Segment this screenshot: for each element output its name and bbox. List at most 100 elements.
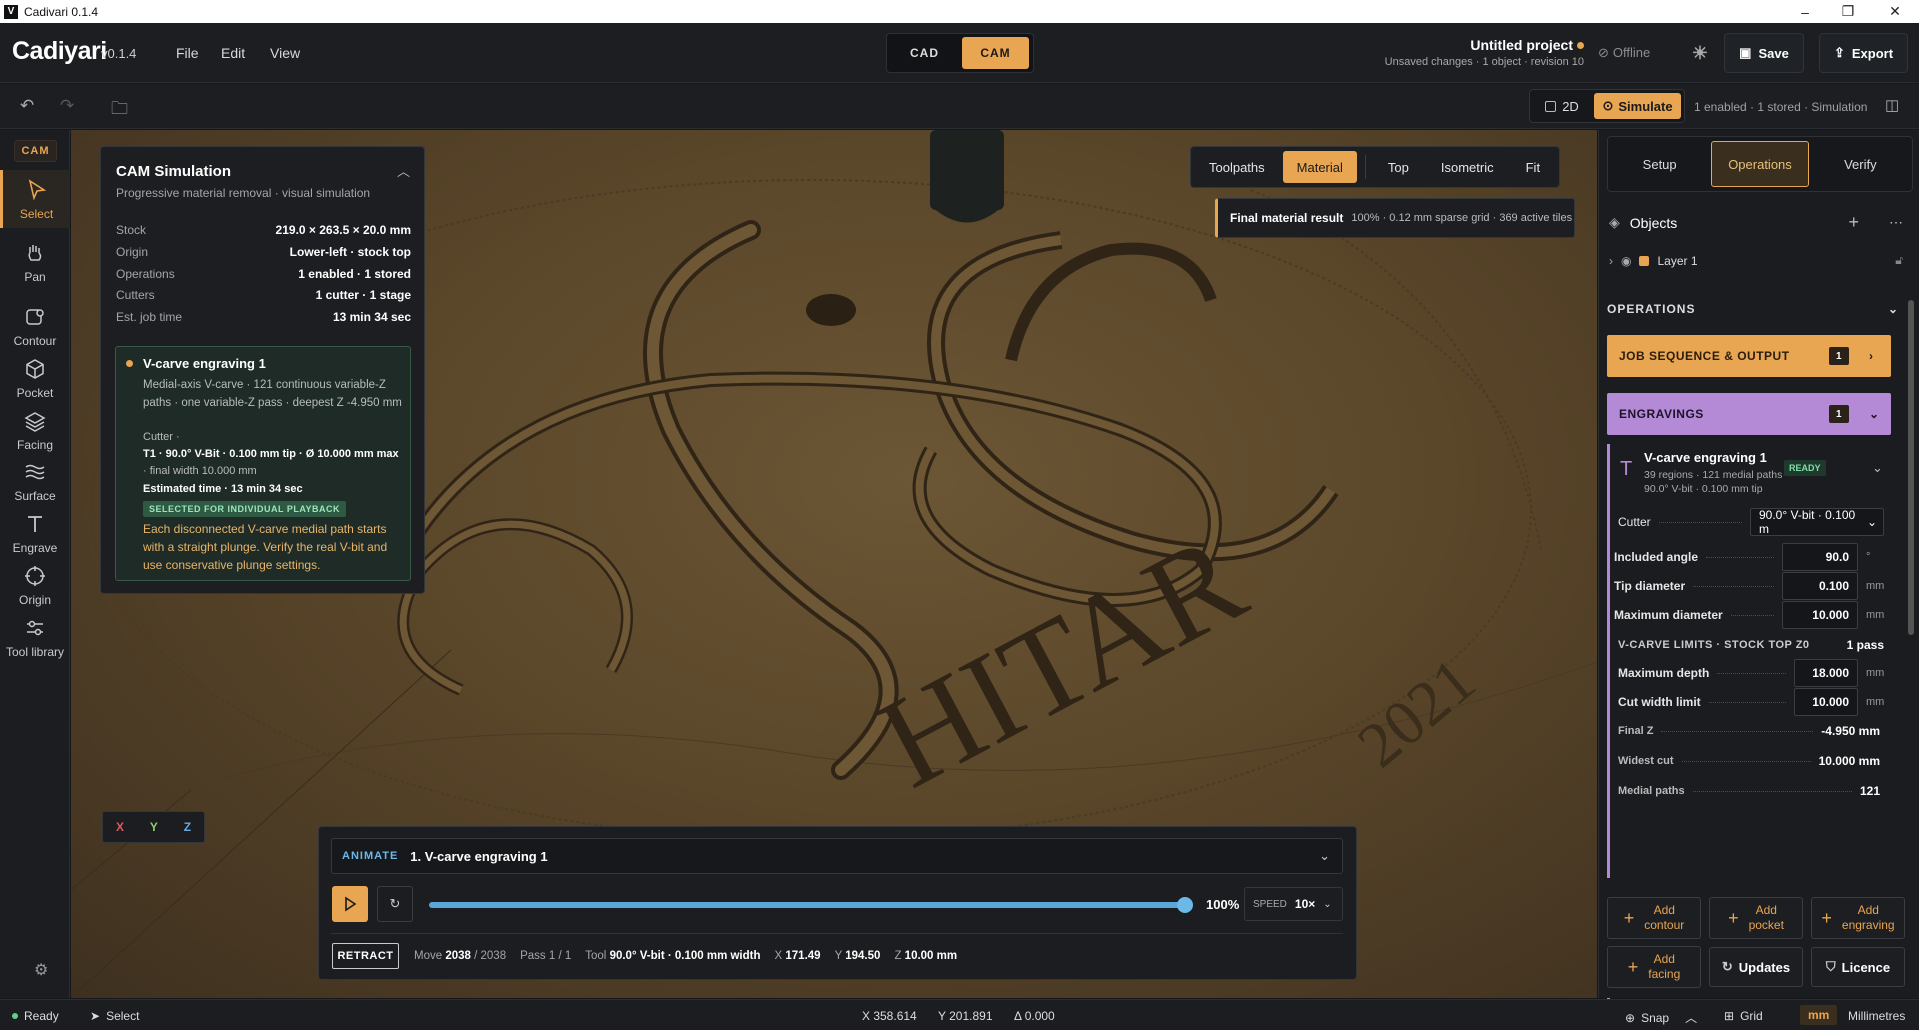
- y-value: 194.50: [845, 950, 881, 962]
- settings-sliders-icon[interactable]: ⚙: [34, 960, 48, 980]
- axis-y-button[interactable]: Y: [150, 820, 158, 834]
- top-view-button[interactable]: Top: [1374, 151, 1423, 183]
- right-panel-scrollbar[interactable]: [1908, 300, 1914, 635]
- leader-dots: [1658, 521, 1742, 523]
- collapse-chevron-icon[interactable]: ︿: [397, 161, 410, 180]
- tool-surface[interactable]: Surface: [0, 452, 70, 510]
- readout-value: 121: [1859, 784, 1880, 798]
- hand-icon: [28, 244, 42, 261]
- updates-label: Updates: [1738, 959, 1791, 975]
- restart-button[interactable]: ↻: [377, 886, 413, 922]
- add-pocket-button[interactable]: + Add pocket: [1709, 897, 1803, 939]
- speed-select[interactable]: SPEED 10× ⌄: [1244, 887, 1343, 921]
- stat-row: Stock 219.0 × 263.5 × 20.0 mm: [116, 223, 411, 237]
- cutter-select[interactable]: 90.0° V-bit · 0.100 m ⌄: [1750, 508, 1884, 536]
- project-title: Untitled project: [1470, 37, 1573, 53]
- simulate-button[interactable]: ⊙ Simulate: [1594, 93, 1681, 119]
- menu-file[interactable]: File: [176, 45, 199, 61]
- progress-slider-knob[interactable]: [1177, 897, 1193, 913]
- tip-diameter-input[interactable]: 0.100: [1782, 572, 1858, 600]
- tab-setup[interactable]: Setup: [1612, 141, 1707, 187]
- tool-facing[interactable]: Facing: [0, 401, 70, 459]
- chevron-right-icon[interactable]: ›: [1609, 254, 1613, 268]
- add-object-icon[interactable]: +: [1848, 212, 1859, 233]
- speed-label: SPEED: [1253, 898, 1287, 910]
- pass-readout: Pass 1 / 1: [520, 950, 572, 962]
- mode-cad-button[interactable]: CAD: [891, 37, 958, 69]
- updates-button[interactable]: ↻ Updates: [1709, 947, 1803, 987]
- included-angle-input[interactable]: 90.0: [1782, 543, 1858, 571]
- grid-toggle[interactable]: ⊞ Grid: [1724, 1009, 1763, 1023]
- tab-operations[interactable]: Operations: [1711, 141, 1809, 187]
- field-label: Cut width limit: [1618, 695, 1701, 709]
- theme-toggle-icon[interactable]: ☀: [1685, 33, 1715, 73]
- snap-toggle[interactable]: ⊕ Snap ︿: [1625, 1009, 1697, 1026]
- menu-view[interactable]: View: [270, 45, 300, 61]
- fit-view-button[interactable]: Fit: [1512, 151, 1554, 183]
- cut-width-limit-input[interactable]: 10.000: [1794, 688, 1858, 716]
- minimize-icon[interactable]: –: [1782, 0, 1828, 23]
- layer-row[interactable]: › ◉ Layer 1 🔓︎: [1609, 253, 1903, 268]
- toolpaths-button[interactable]: Toolpaths: [1195, 151, 1279, 183]
- maximum-depth-input[interactable]: 18.000: [1794, 659, 1858, 687]
- licence-button[interactable]: ⛉ Licence: [1811, 947, 1905, 987]
- tool-select[interactable]: Select: [0, 170, 70, 228]
- cutter-spec: T1 · 90.0° V-Bit · 0.100 mm tip · Ø 10.0…: [143, 448, 399, 460]
- field-label: Included angle: [1614, 550, 1699, 564]
- engravings-section-header[interactable]: ENGRAVINGS 1 ⌄: [1607, 393, 1891, 435]
- stat-value: 13 min 34 sec: [332, 310, 411, 324]
- isometric-view-button[interactable]: Isometric: [1427, 151, 1508, 183]
- brand-name: Cadiyari: [12, 37, 107, 65]
- tool-pan-label: Pan: [24, 269, 46, 284]
- maximum-diameter-input[interactable]: 10.000: [1782, 601, 1858, 629]
- open-folder-icon[interactable]: 🗀: [111, 96, 128, 125]
- progress-slider[interactable]: [429, 902, 1183, 908]
- lock-icon[interactable]: 🔓︎: [1895, 253, 1903, 268]
- play-button[interactable]: [332, 886, 368, 922]
- sliders-icon: [27, 620, 43, 635]
- save-button[interactable]: ▣ Save: [1724, 33, 1804, 73]
- licence-label: Licence: [1841, 959, 1891, 975]
- eye-icon[interactable]: ◉: [1621, 254, 1631, 268]
- refresh-icon: ↻: [1721, 959, 1733, 974]
- field-unit: mm: [1866, 580, 1885, 592]
- material-button[interactable]: Material: [1282, 151, 1357, 183]
- add-facing-button[interactable]: + Add facing: [1607, 946, 1701, 988]
- close-icon[interactable]: ✕: [1872, 0, 1918, 23]
- status-dot-icon: [126, 360, 133, 367]
- tool-origin[interactable]: Origin: [0, 556, 70, 614]
- cursor-delta: Δ 0.000: [1014, 1009, 1055, 1023]
- operation-select[interactable]: ANIMATE 1. V-carve engraving 1 ⌄: [331, 838, 1343, 874]
- undo-icon[interactable]: ↶: [20, 96, 34, 116]
- unit-badge[interactable]: mm: [1800, 1005, 1838, 1025]
- z-label: Z: [894, 950, 902, 962]
- chevron-down-icon: ⌄: [1323, 898, 1332, 910]
- export-button[interactable]: ⇪ Export: [1819, 33, 1908, 73]
- mode-cam-button[interactable]: CAM: [962, 37, 1029, 69]
- maximize-icon[interactable]: ❐: [1825, 0, 1871, 23]
- axis-z-button[interactable]: Z: [184, 820, 191, 834]
- toggle-2d[interactable]: 2D: [1533, 93, 1591, 119]
- tool-engrave[interactable]: Engrave: [0, 504, 70, 562]
- more-options-icon[interactable]: ⋯: [1889, 214, 1903, 231]
- panel-toggle-icon[interactable]: ◫: [1885, 96, 1899, 114]
- add-facing-l2: facing: [1648, 967, 1681, 981]
- redo-icon[interactable]: ↷: [60, 96, 74, 116]
- tab-verify[interactable]: Verify: [1813, 141, 1908, 187]
- menu-edit[interactable]: Edit: [221, 45, 245, 61]
- tool-pan[interactable]: Pan: [0, 233, 70, 291]
- tool-library[interactable]: Tool library: [0, 608, 70, 666]
- chevron-down-icon[interactable]: ⌄: [1872, 460, 1883, 476]
- tool-pocket[interactable]: Pocket: [0, 349, 70, 407]
- operation-card[interactable]: V-carve engraving 1 Medial-axis V-carve …: [115, 346, 411, 581]
- operations-header[interactable]: OPERATIONS ⌄: [1607, 302, 1899, 316]
- engraving-title[interactable]: V-carve engraving 1: [1644, 450, 1767, 465]
- axis-x-button[interactable]: X: [116, 820, 124, 834]
- add-contour-button[interactable]: + Add contour: [1607, 897, 1701, 939]
- add-engraving-button[interactable]: + Add engraving: [1811, 897, 1905, 939]
- project-subtitle: Unsaved changes · 1 object · revision 10: [1384, 56, 1584, 68]
- tool-contour[interactable]: Contour: [0, 297, 70, 355]
- stat-key: Origin: [116, 245, 149, 259]
- job-sequence-button[interactable]: JOB SEQUENCE & OUTPUT 1 ›: [1607, 335, 1891, 377]
- waves-icon: [25, 464, 45, 479]
